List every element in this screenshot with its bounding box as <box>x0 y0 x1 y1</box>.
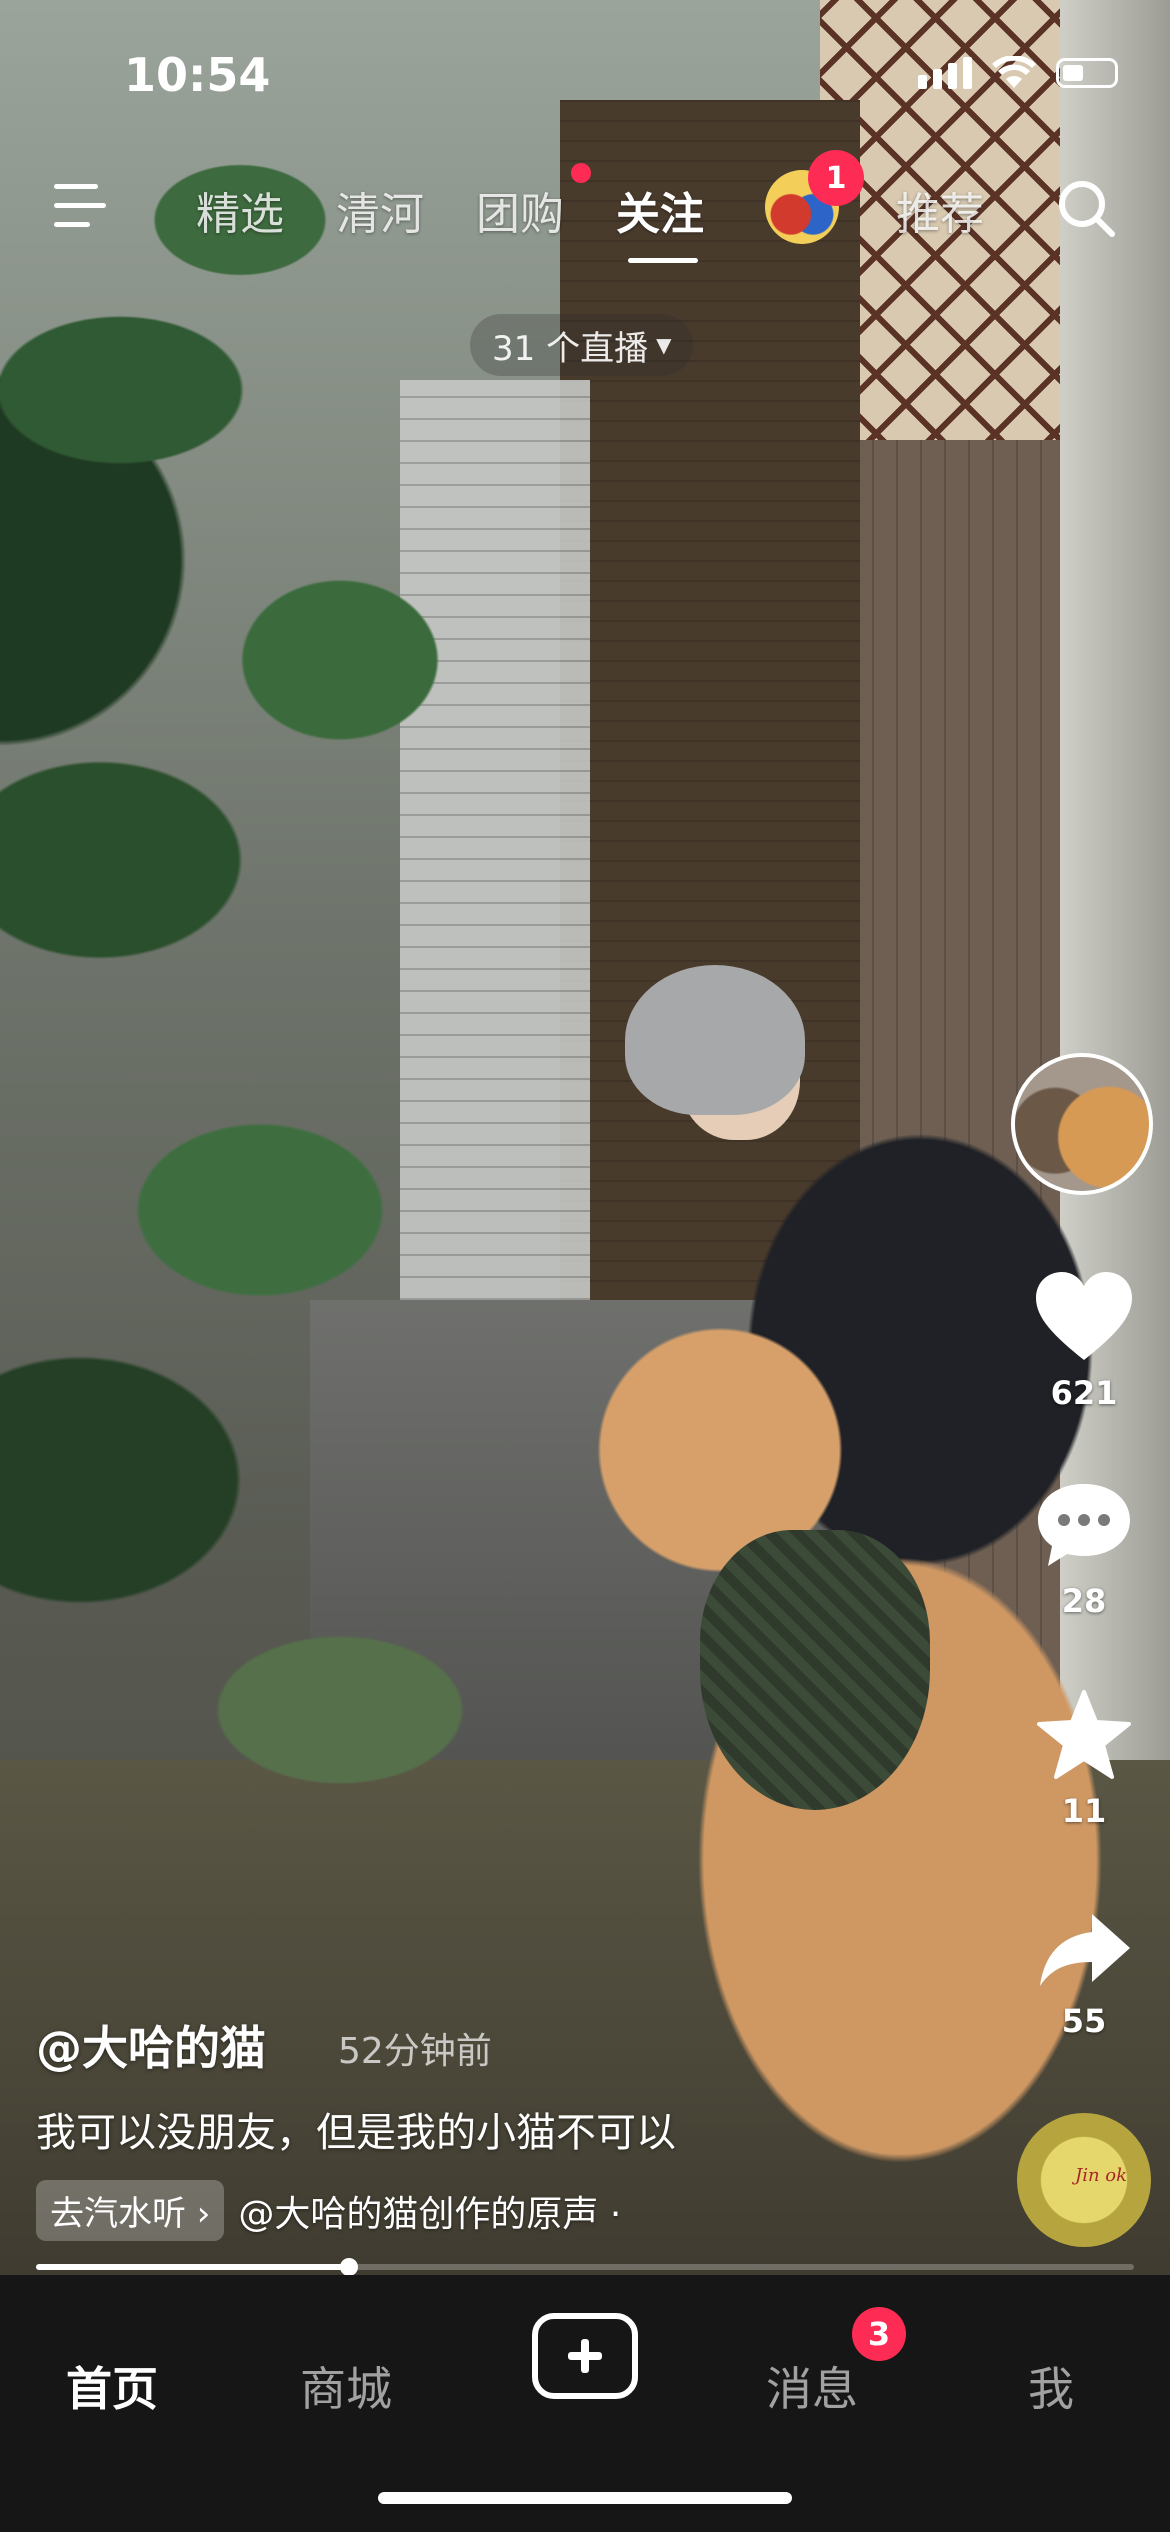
group-buy-red-dot <box>571 163 591 183</box>
cat-harness <box>700 1530 930 1810</box>
tab-me[interactable]: 我 <box>1028 2353 1074 2419</box>
progress-knob[interactable] <box>339 2258 358 2276</box>
comment-count: 28 <box>1061 1582 1107 1620</box>
status-icons <box>918 56 1118 90</box>
active-tab-indicator <box>628 258 698 263</box>
share-arrow-icon <box>1040 1914 1130 1986</box>
video-progress-bar[interactable] <box>36 2258 1134 2276</box>
tab-messages[interactable]: 消息 <box>766 2353 858 2419</box>
tab-featured[interactable]: 精选 <box>196 178 284 242</box>
person-hat <box>625 965 805 1115</box>
tab-following[interactable]: 关注 <box>616 178 704 242</box>
progress-fill <box>36 2264 349 2270</box>
tab-mall[interactable]: 商城 <box>300 2353 392 2419</box>
messages-badge: 3 <box>852 2307 906 2361</box>
share-count: 55 <box>1061 2002 1107 2040</box>
menu-icon[interactable] <box>54 184 110 230</box>
like-count: 621 <box>1050 1374 1118 1412</box>
music-disc[interactable]: Jin ok <box>1017 2113 1151 2247</box>
like-button[interactable]: 621 <box>1016 1270 1152 1412</box>
battery-icon <box>1056 58 1118 88</box>
wifi-icon <box>992 56 1036 88</box>
heart-icon <box>1036 1272 1132 1360</box>
music-disc-logo: Jin ok <box>1075 2165 1128 2186</box>
tab-home[interactable]: 首页 <box>66 2353 158 2419</box>
status-time: 10:54 <box>124 48 271 102</box>
music-row: 去汽水听 › @大哈的猫创作的原声 · <box>36 2180 621 2241</box>
share-button[interactable]: 55 <box>1016 1910 1152 2040</box>
music-title[interactable]: @大哈的猫创作的原声 · <box>238 2185 621 2237</box>
author-name[interactable]: @大哈的猫 <box>36 2012 266 2078</box>
live-count-label: 31 个直播 <box>492 328 649 369</box>
plus-icon-bar <box>568 2352 602 2360</box>
caret-down-icon: ▼ <box>656 333 672 357</box>
live-count-pill[interactable]: 31 个直播 ▼ <box>470 314 694 376</box>
search-icon[interactable] <box>1054 176 1118 240</box>
home-indicator <box>378 2492 792 2504</box>
comment-icon <box>1038 1484 1130 1566</box>
friends-badge: 1 <box>808 150 864 206</box>
star-icon <box>1037 1690 1131 1779</box>
tab-recommend[interactable]: 推荐 <box>896 178 984 242</box>
cellular-signal-icon <box>918 57 972 89</box>
plant-foliage <box>0 0 640 1860</box>
open-soda-music-button[interactable]: 去汽水听 › <box>36 2180 225 2241</box>
comment-button[interactable]: 28 <box>1016 1480 1152 1620</box>
post-time: 52分钟前 <box>338 2031 492 2072</box>
favorite-count: 11 <box>1061 1792 1107 1830</box>
favorite-button[interactable]: 11 <box>1016 1690 1152 1830</box>
create-post-button[interactable] <box>532 2313 638 2399</box>
creator-avatar[interactable] <box>1011 1053 1153 1195</box>
tab-group-buy[interactable]: 团购 <box>476 178 564 242</box>
tab-qinghe[interactable]: 清河 <box>336 178 424 242</box>
post-caption[interactable]: 我可以没朋友，但是我的小猫不可以 <box>36 2100 676 2158</box>
